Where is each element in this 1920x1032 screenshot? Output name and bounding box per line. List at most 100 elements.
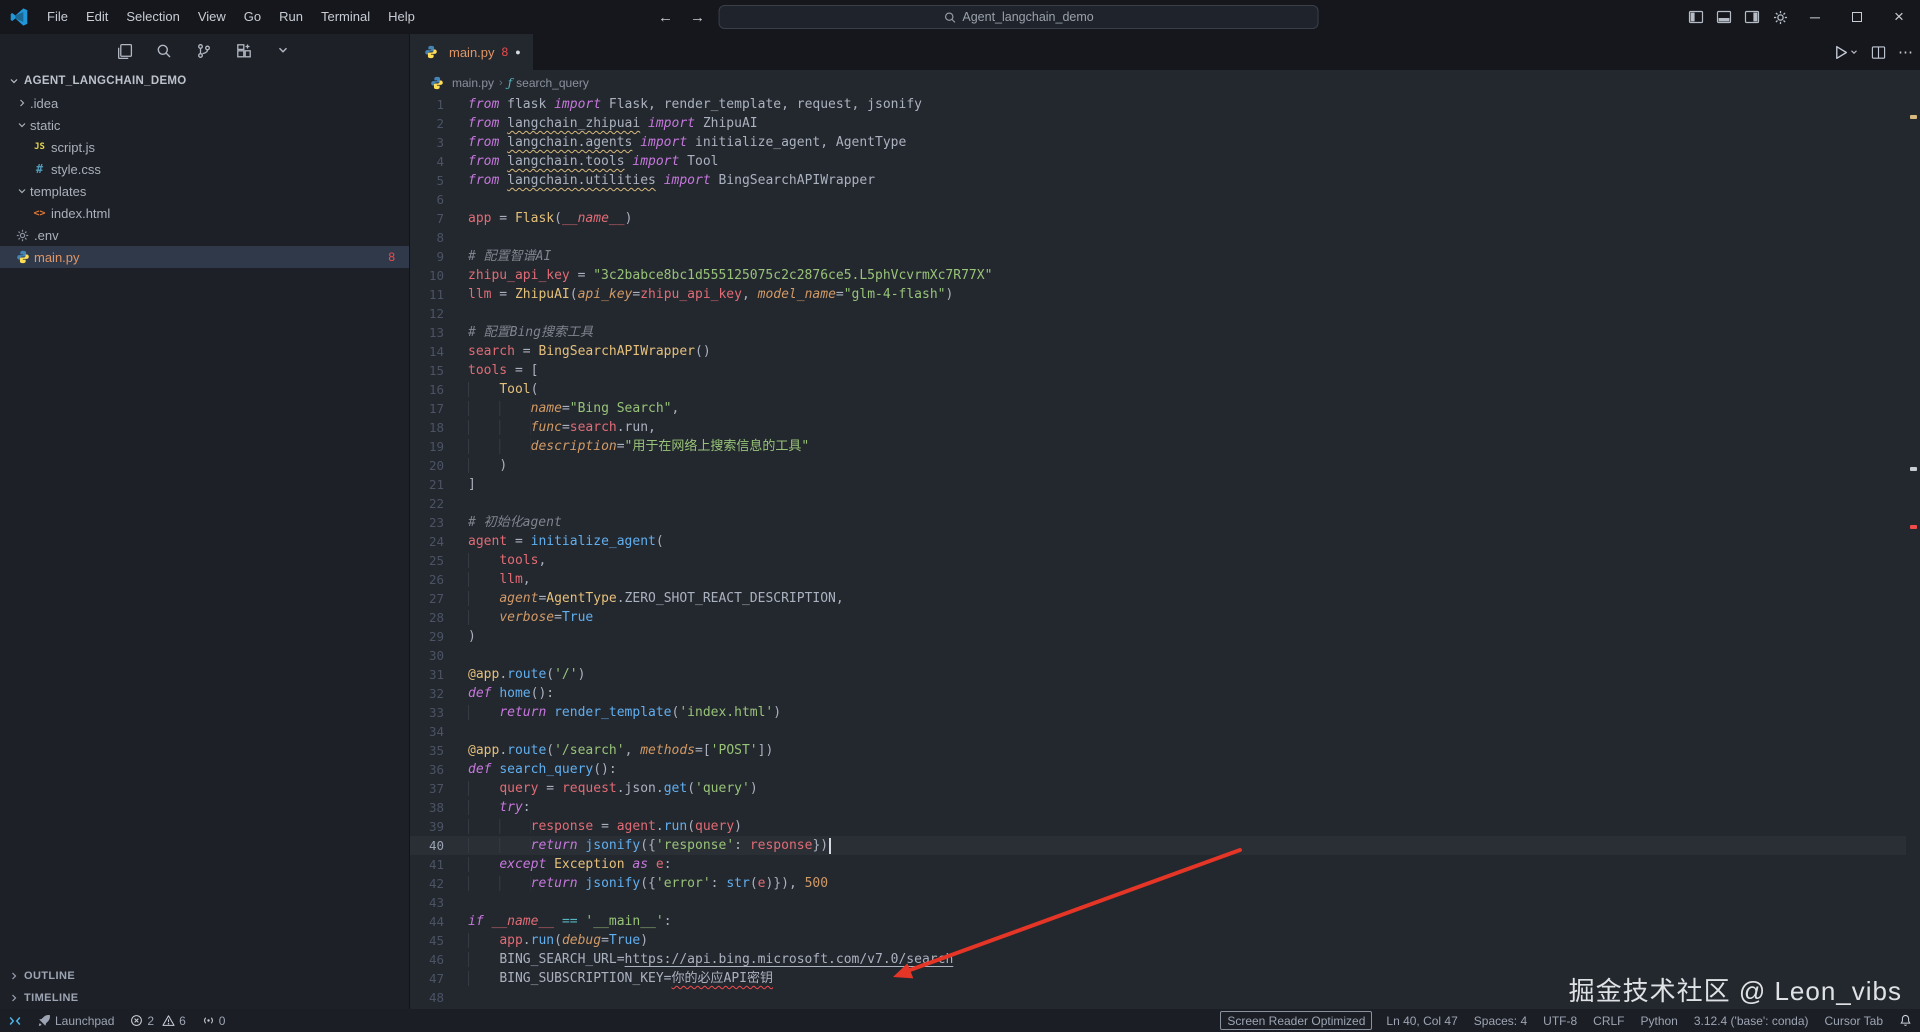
code-line-5[interactable]: 5 from langchain.utilities import BingSea… [410, 171, 1906, 190]
menu-run[interactable]: Run [270, 0, 312, 34]
code-line-18[interactable]: 18 func=search.run, [410, 418, 1906, 437]
settings-gear-icon[interactable] [1766, 0, 1794, 34]
menu-view[interactable]: View [189, 0, 235, 34]
ports-item[interactable]: 0 [194, 1009, 234, 1032]
code-line-28[interactable]: 28 verbose=True [410, 608, 1906, 627]
code-line-26[interactable]: 26 llm, [410, 570, 1906, 589]
run-button[interactable] [1832, 44, 1859, 61]
code-line-10[interactable]: 10 zhipu_api_key = "3c2babce8bc1d55512507… [410, 266, 1906, 285]
code-line-36[interactable]: 36 def search_query(): [410, 760, 1906, 779]
extensions-icon[interactable] [236, 43, 254, 61]
code-line-4[interactable]: 4 from langchain.tools import Tool [410, 152, 1906, 171]
code-line-45[interactable]: 45 app.run(debug=True) [410, 931, 1906, 950]
breadcrumb-file[interactable]: main.py [428, 75, 494, 91]
tab-main-py[interactable]: main.py 8 ● [410, 34, 533, 70]
code-line-24[interactable]: 24 agent = initialize_agent( [410, 532, 1906, 551]
code-line-9[interactable]: 9 # 配置智谱AI [410, 247, 1906, 266]
code-line-22[interactable]: 22 [410, 494, 1906, 513]
code-line-7[interactable]: 7 app = Flask(__name__) [410, 209, 1906, 228]
menu-go[interactable]: Go [235, 0, 270, 34]
code-line-6[interactable]: 6 [410, 190, 1906, 209]
timeline-section[interactable]: TIMELINE [0, 987, 409, 1009]
close-button[interactable]: × [1878, 0, 1920, 34]
overview-ruler[interactable] [1906, 95, 1920, 1009]
menu-file[interactable]: File [38, 0, 77, 34]
maximize-button[interactable] [1836, 0, 1878, 34]
cursor-position-item[interactable]: Ln 40, Col 47 [1378, 1009, 1465, 1032]
cursor-tab-item[interactable]: Cursor Tab [1817, 1009, 1891, 1032]
code-line-44[interactable]: 44 if __name__ == '__main__': [410, 912, 1906, 931]
code-line-31[interactable]: 31 @app.route('/') [410, 665, 1906, 684]
code-line-20[interactable]: 20 ) [410, 456, 1906, 475]
file-main.py[interactable]: main.py 8 [0, 246, 409, 268]
command-center-search[interactable]: Agent_langchain_demo [718, 5, 1319, 29]
folder-.idea[interactable]: .idea [0, 92, 409, 114]
more-actions-icon[interactable]: ⋯ [1898, 43, 1914, 61]
python-interpreter-item[interactable]: 3.12.4 ('base': conda) [1686, 1009, 1817, 1032]
remote-indicator[interactable] [0, 1009, 30, 1032]
code-line-14[interactable]: 14 search = BingSearchAPIWrapper() [410, 342, 1906, 361]
code-line-2[interactable]: 2 from langchain_zhipuai import ZhipuAI [410, 114, 1906, 133]
folder-static[interactable]: static [0, 114, 409, 136]
code-line-1[interactable]: 1 from flask import Flask, render_templat… [410, 95, 1906, 114]
code-line-27[interactable]: 27 agent=AgentType.ZERO_SHOT_REACT_DESCR… [410, 589, 1906, 608]
search-icon[interactable] [156, 43, 174, 61]
code-line-38[interactable]: 38 try: [410, 798, 1906, 817]
copy-icon[interactable] [116, 43, 134, 61]
minimize-button[interactable]: ─ [1794, 0, 1836, 34]
forward-arrow-icon[interactable]: → [687, 9, 709, 26]
chevron-down-icon[interactable] [276, 43, 294, 61]
code-line-19[interactable]: 19 description="用于在网络上搜索信息的工具" [410, 437, 1906, 456]
eol-item[interactable]: CRLF [1585, 1009, 1632, 1032]
menu-edit[interactable]: Edit [77, 0, 117, 34]
layout-sidebar-left-icon[interactable] [1682, 0, 1710, 34]
menu-help[interactable]: Help [379, 0, 424, 34]
code-line-16[interactable]: 16 Tool( [410, 380, 1906, 399]
code-line-23[interactable]: 23 # 初始化agent [410, 513, 1906, 532]
code-line-8[interactable]: 8 [410, 228, 1906, 247]
folder-templates[interactable]: templates [0, 180, 409, 202]
code-line-32[interactable]: 32 def home(): [410, 684, 1906, 703]
notifications-bell[interactable] [1891, 1009, 1920, 1032]
code-line-42[interactable]: 42 return jsonify({'error': str(e)}), 50… [410, 874, 1906, 893]
code-line-34[interactable]: 34 [410, 722, 1906, 741]
breadcrumb-symbol[interactable]: ƒ search_query [508, 76, 589, 90]
code-line-43[interactable]: 43 [410, 893, 1906, 912]
layout-sidebar-right-icon[interactable] [1738, 0, 1766, 34]
code-line-15[interactable]: 15 tools = [ [410, 361, 1906, 380]
outline-section[interactable]: OUTLINE [0, 965, 409, 987]
screen-reader-item[interactable]: Screen Reader Optimized [1220, 1011, 1373, 1030]
code-line-39[interactable]: 39 response = agent.run(query) [410, 817, 1906, 836]
problems-item[interactable]: 2 6 [122, 1009, 193, 1032]
code-line-25[interactable]: 25 tools, [410, 551, 1906, 570]
code-line-35[interactable]: 35 @app.route('/search', methods=['POST']… [410, 741, 1906, 760]
code-line-41[interactable]: 41 except Exception as e: [410, 855, 1906, 874]
indentation-item[interactable]: Spaces: 4 [1466, 1009, 1535, 1032]
code-line-17[interactable]: 17 name="Bing Search", [410, 399, 1906, 418]
launchpad-item[interactable]: Launchpad [30, 1009, 122, 1032]
code-line-46[interactable]: 46 BING_SEARCH_URL=https://api.bing.micr… [410, 950, 1906, 969]
menu-selection[interactable]: Selection [117, 0, 188, 34]
code-line-30[interactable]: 30 [410, 646, 1906, 665]
menu-terminal[interactable]: Terminal [312, 0, 379, 34]
code-line-12[interactable]: 12 [410, 304, 1906, 323]
file-index.html[interactable]: <> index.html [0, 202, 409, 224]
layout-panel-bottom-icon[interactable] [1710, 0, 1738, 34]
code-line-33[interactable]: 33 return render_template('index.html') [410, 703, 1906, 722]
file-script.js[interactable]: JS script.js [0, 136, 409, 158]
code-line-48[interactable]: 48 [410, 988, 1906, 1007]
encoding-item[interactable]: UTF-8 [1535, 1009, 1585, 1032]
code-line-3[interactable]: 3 from langchain.agents import initialize… [410, 133, 1906, 152]
git-branch-icon[interactable] [196, 43, 214, 61]
back-arrow-icon[interactable]: ← [655, 9, 677, 26]
file-.env[interactable]: .env [0, 224, 409, 246]
code-line-37[interactable]: 37 query = request.json.get('query') [410, 779, 1906, 798]
code-editor[interactable]: 1 from flask import Flask, render_templat… [410, 95, 1920, 1009]
code-line-13[interactable]: 13 # 配置Bing搜索工具 [410, 323, 1906, 342]
code-line-40[interactable]: 40 return jsonify({'response': response}… [410, 836, 1906, 855]
file-style.css[interactable]: # style.css [0, 158, 409, 180]
code-line-11[interactable]: 11 llm = ZhipuAI(api_key=zhipu_api_key, m… [410, 285, 1906, 304]
project-header[interactable]: AGENT_LANGCHAIN_DEMO [0, 70, 409, 92]
language-mode-item[interactable]: Python [1633, 1009, 1686, 1032]
code-line-21[interactable]: 21] [410, 475, 1906, 494]
